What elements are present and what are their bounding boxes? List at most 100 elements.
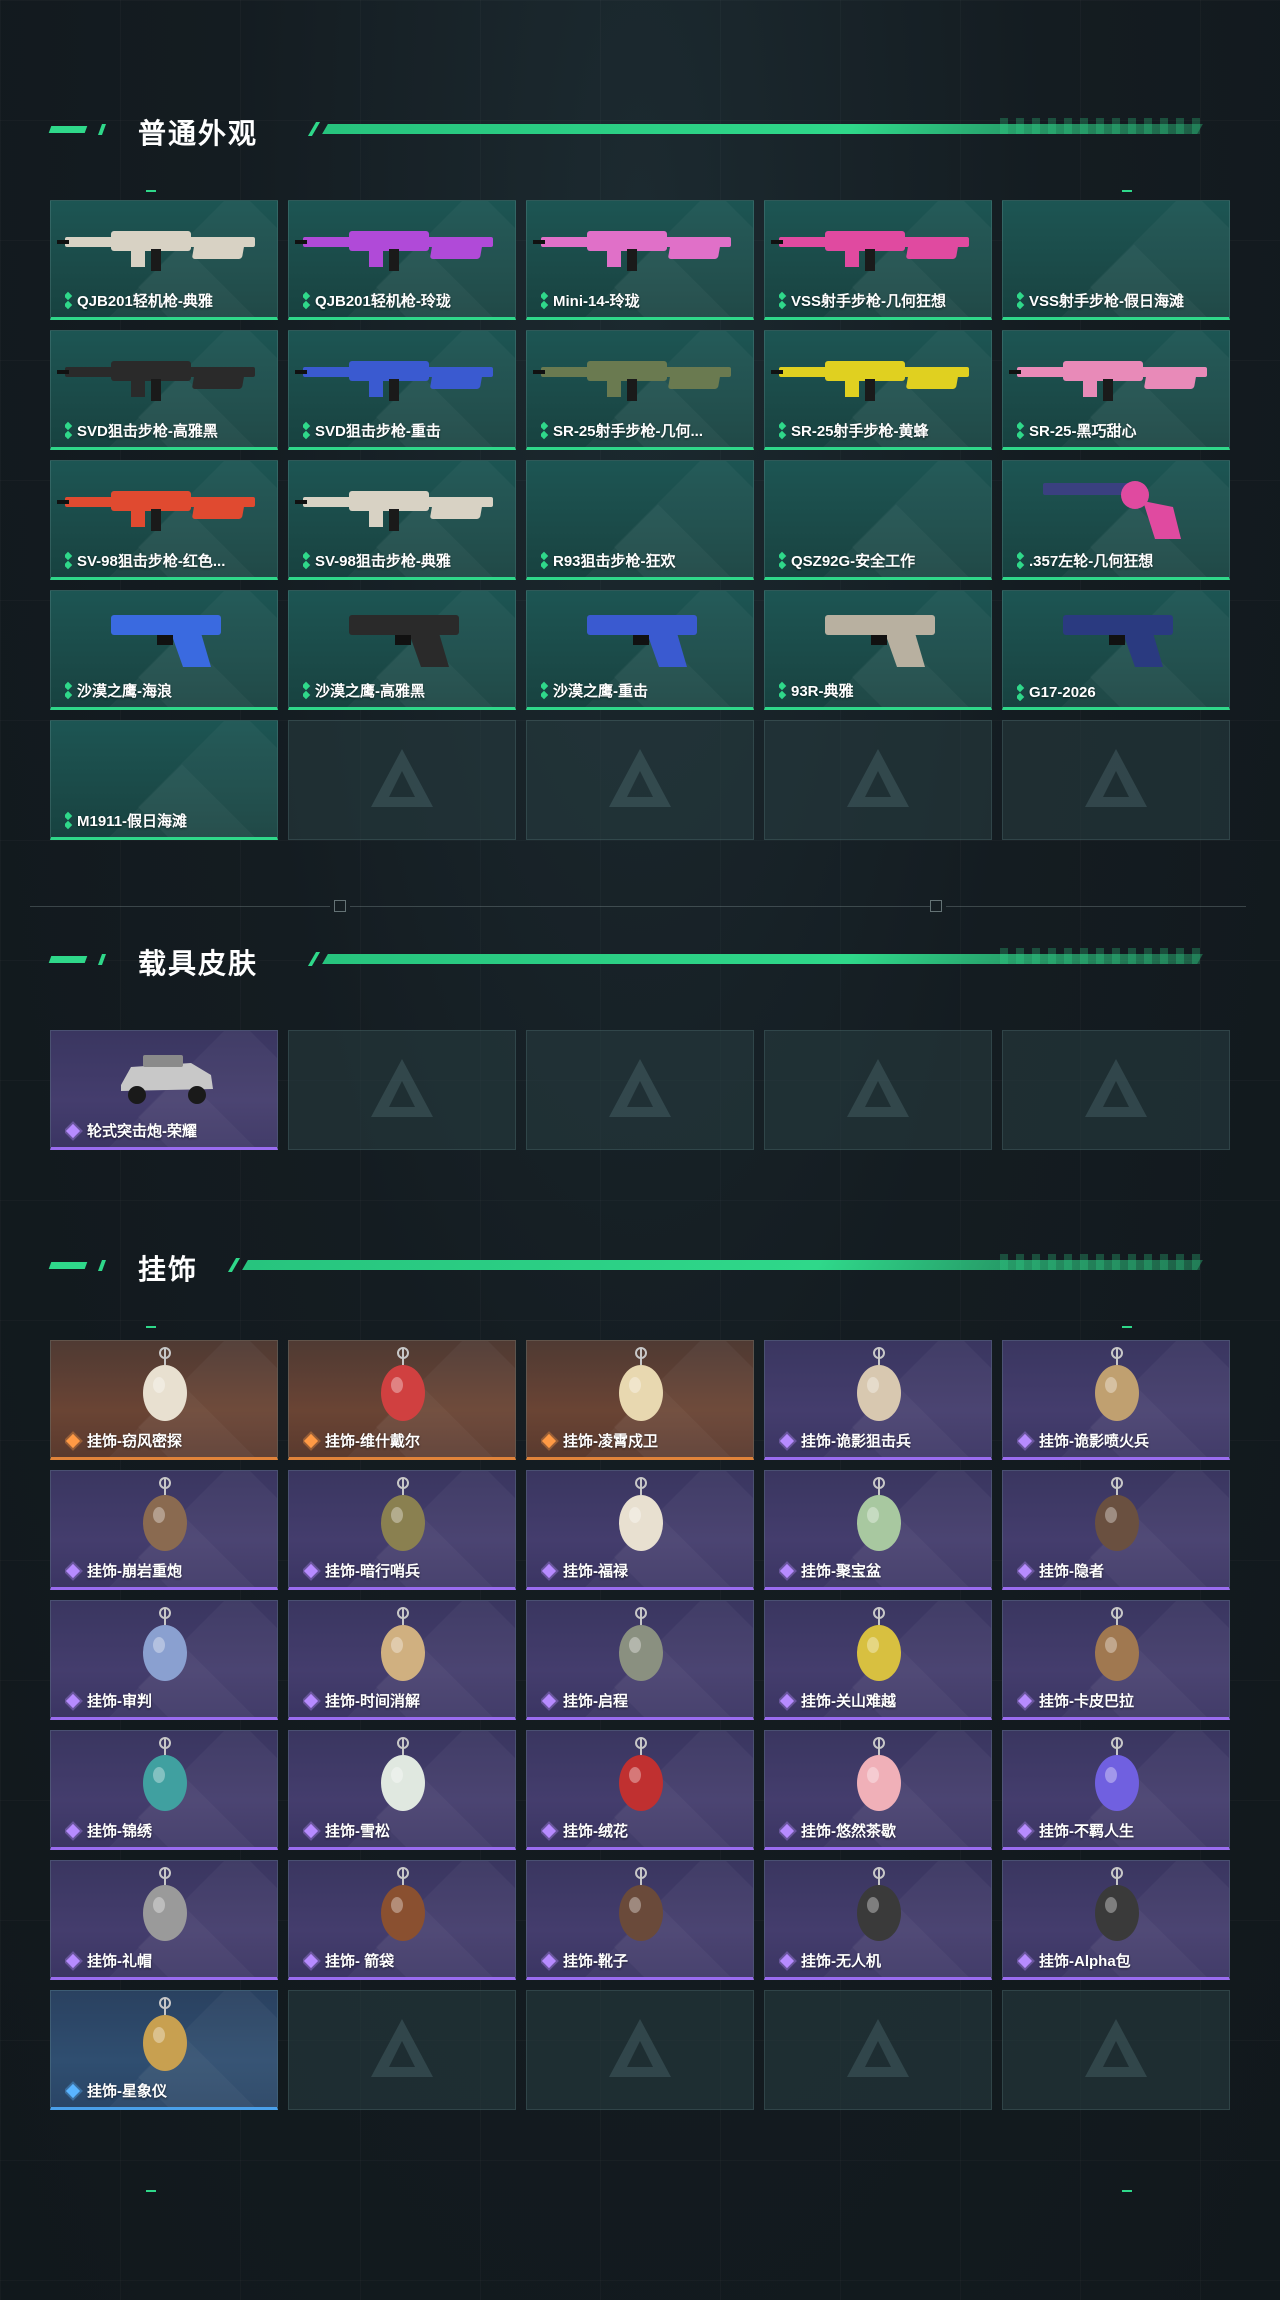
item-tile[interactable]: 挂饰-凌霄戍卫 <box>526 1340 754 1460</box>
item-name: Mini-14-玲珑 <box>553 293 640 310</box>
item-tile[interactable]: 挂饰-不羁人生 <box>1002 1730 1230 1850</box>
item-image <box>51 337 277 415</box>
charm-icon <box>143 1737 187 1811</box>
rarity-diamond-icon <box>541 1693 557 1709</box>
item-tile[interactable]: 挂饰-Alpha包 <box>1002 1860 1230 1980</box>
rarity-diamond-icon <box>779 1823 795 1839</box>
rarity-diamond-icon <box>65 1823 81 1839</box>
rarity-diamond-icon <box>1017 1693 1033 1709</box>
rarity-diamond-icon <box>65 1123 81 1139</box>
rarity-diamond-icon <box>65 1563 81 1579</box>
item-tile[interactable]: 挂饰-隐者 <box>1002 1470 1230 1590</box>
item-label: SVD狙击步枪-重击 <box>303 420 509 441</box>
item-image <box>527 1477 753 1555</box>
item-tile[interactable]: M1911-假日海滩 <box>50 720 278 840</box>
item-name: 挂饰-维什戴尔 <box>325 1433 420 1450</box>
corner-tick <box>146 190 156 192</box>
item-tile[interactable]: SR-25-黑巧甜心 <box>1002 330 1230 450</box>
item-tile[interactable]: 沙漠之鹰-海浪 <box>50 590 278 710</box>
item-tile[interactable]: 挂饰-审判 <box>50 1600 278 1720</box>
item-tile[interactable]: SV-98狙击步枪-红色... <box>50 460 278 580</box>
item-tile[interactable]: 挂饰-诡影狙击兵 <box>764 1340 992 1460</box>
item-name: 挂饰-绒花 <box>563 1823 628 1840</box>
item-tile[interactable]: 挂饰-靴子 <box>526 1860 754 1980</box>
item-tile[interactable]: .357左轮-几何狂想 <box>1002 460 1230 580</box>
item-tile[interactable]: 挂饰-礼帽 <box>50 1860 278 1980</box>
item-tile[interactable]: 挂饰-诡影喷火兵 <box>1002 1340 1230 1460</box>
item-tile[interactable]: 沙漠之鹰-高雅黑 <box>288 590 516 710</box>
item-tile[interactable]: 挂饰-福禄 <box>526 1470 754 1590</box>
item-image <box>765 1477 991 1555</box>
item-tile[interactable]: 挂饰-关山难越 <box>764 1600 992 1720</box>
item-label: 挂饰-审判 <box>65 1690 271 1711</box>
item-label: 挂饰-诡影喷火兵 <box>1017 1430 1223 1451</box>
item-tile[interactable]: SR-25射手步枪-黄蜂 <box>764 330 992 450</box>
item-tile[interactable]: 93R-典雅 <box>764 590 992 710</box>
item-tile[interactable]: Mini-14-玲珑 <box>526 200 754 320</box>
item-tile[interactable]: SV-98狙击步枪-典雅 <box>288 460 516 580</box>
item-tile[interactable]: SVD狙击步枪-高雅黑 <box>50 330 278 450</box>
item-tile[interactable]: 挂饰- 箭袋 <box>288 1860 516 1980</box>
item-tile[interactable]: 挂饰-启程 <box>526 1600 754 1720</box>
item-tile[interactable]: 挂饰-时间消解 <box>288 1600 516 1720</box>
item-label: SR-25-黑巧甜心 <box>1017 420 1223 441</box>
charm-icon <box>857 1737 901 1811</box>
rifle-icon <box>57 491 255 531</box>
item-tile[interactable]: 挂饰-雪松 <box>288 1730 516 1850</box>
section-header: 普通外观 <box>0 110 1280 150</box>
item-tile[interactable]: R93狙击步枪-狂欢 <box>526 460 754 580</box>
item-tile[interactable]: 挂饰-卡皮巴拉 <box>1002 1600 1230 1720</box>
item-name: R93狙击步枪-狂欢 <box>553 553 676 570</box>
item-tile[interactable]: 挂饰-崩岩重炮 <box>50 1470 278 1590</box>
item-tile[interactable]: 挂饰-锦绣 <box>50 1730 278 1850</box>
item-label: .357左轮-几何狂想 <box>1017 550 1223 571</box>
item-tile[interactable]: 挂饰-悠然茶歇 <box>764 1730 992 1850</box>
vehicle-icon <box>121 1055 213 1104</box>
item-tile[interactable]: 挂饰-绒花 <box>526 1730 754 1850</box>
item-name: 挂饰-诡影狙击兵 <box>801 1433 911 1450</box>
corner-tick <box>1122 2190 1132 2192</box>
item-tile[interactable]: G17-2026 <box>1002 590 1230 710</box>
item-label: 挂饰-启程 <box>541 1690 747 1711</box>
item-tile[interactable]: QSZ92G-安全工作 <box>764 460 992 580</box>
charm-icon <box>381 1607 425 1681</box>
item-tile[interactable]: QJB201轻机枪-典雅 <box>50 200 278 320</box>
item-name: 沙漠之鹰-重击 <box>553 683 648 700</box>
item-name: 挂饰-凌霄戍卫 <box>563 1433 658 1450</box>
item-image <box>289 467 515 545</box>
item-tile[interactable]: 挂饰-暗行哨兵 <box>288 1470 516 1590</box>
item-tile[interactable]: 挂饰-维什戴尔 <box>288 1340 516 1460</box>
item-tile[interactable]: 轮式突击炮-荣耀 <box>50 1030 278 1150</box>
rarity-diamond-icon <box>779 1563 795 1579</box>
item-tile[interactable]: VSS射手步枪-假日海滩 <box>1002 200 1230 320</box>
rarity-diamond-icon <box>1017 423 1023 439</box>
item-tile[interactable]: 挂饰-窃风密探 <box>50 1340 278 1460</box>
item-label: QJB201轻机枪-玲珑 <box>303 290 509 311</box>
item-label: 挂饰-福禄 <box>541 1560 747 1581</box>
rifle-icon <box>295 491 493 531</box>
item-tile[interactable]: SR-25射手步枪-几何... <box>526 330 754 450</box>
charm-icon <box>381 1347 425 1421</box>
item-label: 沙漠之鹰-重击 <box>541 680 747 701</box>
item-tile[interactable]: 挂饰-星象仪 <box>50 1990 278 2110</box>
item-tile[interactable]: 挂饰-无人机 <box>764 1860 992 1980</box>
item-label: 轮式突击炮-荣耀 <box>65 1120 271 1141</box>
rarity-diamond-icon <box>779 553 785 569</box>
item-tile[interactable]: 沙漠之鹰-重击 <box>526 590 754 710</box>
item-label: VSS射手步枪-假日海滩 <box>1017 290 1223 311</box>
pistol-icon <box>825 615 935 667</box>
item-tile[interactable]: 挂饰-聚宝盆 <box>764 1470 992 1590</box>
header-checker-pattern <box>1000 118 1200 134</box>
item-image <box>1003 1607 1229 1685</box>
item-tile[interactable]: SVD狙击步枪-重击 <box>288 330 516 450</box>
pistol-icon <box>349 615 459 667</box>
item-tile[interactable]: QJB201轻机枪-玲珑 <box>288 200 516 320</box>
item-tile[interactable]: VSS射手步枪-几何狂想 <box>764 200 992 320</box>
empty-slot <box>1002 720 1230 840</box>
rarity-diamond-icon <box>541 293 547 309</box>
header-accent-bar <box>48 956 88 963</box>
divider-line <box>30 906 330 907</box>
weapon-skins-section: 普通外观 QJB201轻机枪-典雅 QJB201轻机枪-玲珑 Mini-14-玲珑 V… <box>0 110 1280 840</box>
rarity-diamond-icon <box>65 423 71 439</box>
item-image <box>289 207 515 285</box>
